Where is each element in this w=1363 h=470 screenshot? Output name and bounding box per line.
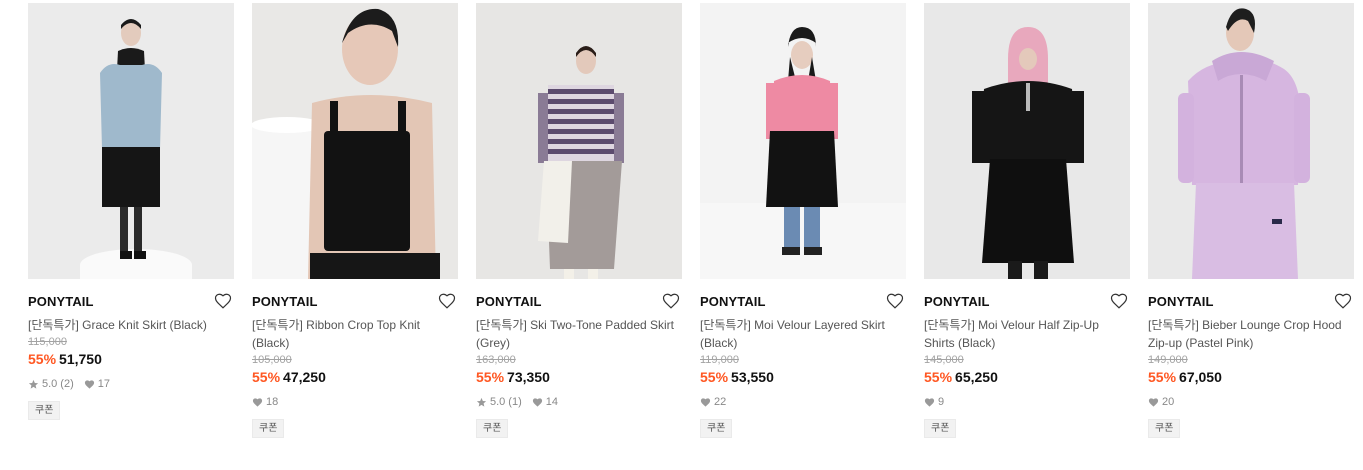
product-name[interactable]: [단독특가] Ribbon Crop Top Knit (Black): [252, 316, 458, 352]
brand-name[interactable]: PONYTAIL: [476, 293, 682, 310]
wishlist-heart-icon[interactable]: [886, 292, 904, 310]
discount-rate: 55%: [476, 369, 505, 385]
brand-name[interactable]: PONYTAIL: [28, 293, 234, 310]
wishlist-heart-icon[interactable]: [1110, 292, 1128, 310]
brand-name[interactable]: PONYTAIL: [1148, 293, 1354, 310]
coupon-badge: 쿠폰: [924, 419, 957, 438]
sale-price: 73,350: [507, 369, 550, 385]
star-icon: [476, 397, 487, 407]
discount-rate: 55%: [28, 351, 57, 367]
star-icon: [28, 379, 39, 389]
discount-rate: 55%: [252, 369, 281, 385]
sale-price: 47,250: [283, 369, 326, 385]
product-image[interactable]: [28, 3, 234, 279]
original-price: 163,000: [476, 354, 516, 366]
likes-count: 22: [714, 396, 727, 408]
discount-rate: 55%: [924, 369, 953, 385]
original-price: 105,000: [252, 354, 292, 366]
coupon-badge: 쿠폰: [700, 419, 733, 438]
likes-count: 9: [938, 396, 945, 408]
likes-heart-icon: [84, 380, 94, 389]
original-price: 119,000: [700, 354, 739, 366]
brand-name[interactable]: PONYTAIL: [252, 293, 458, 310]
wishlist-heart-icon[interactable]: [214, 292, 232, 310]
product-name[interactable]: [단독특가] Grace Knit Skirt (Black): [28, 316, 234, 334]
likes-count: 18: [266, 396, 279, 408]
product-name[interactable]: [단독특가] Moi Velour Half Zip-Up Shirts (Bl…: [924, 316, 1130, 352]
likes-heart-icon: [700, 398, 711, 407]
sale-price: 51,750: [59, 351, 102, 367]
likes-heart-icon: [532, 398, 542, 407]
product-grid: PONYTAIL [단독특가] Grace Knit Skirt (Black)…: [0, 0, 1363, 470]
original-price: 149,000: [1148, 354, 1188, 366]
brand-name[interactable]: PONYTAIL: [924, 293, 1130, 310]
product-image[interactable]: [924, 3, 1130, 279]
rating-value: 5.0: [490, 396, 506, 408]
product-card[interactable]: PONYTAIL [단독특가] Bieber Lounge Crop Hood …: [1148, 3, 1354, 438]
original-price: 115,000: [28, 336, 67, 348]
product-card[interactable]: PONYTAIL [단독특가] Moi Velour Layered Skirt…: [700, 3, 906, 438]
product-card[interactable]: PONYTAIL [단독특가] Ribbon Crop Top Knit (Bl…: [252, 3, 458, 438]
product-image[interactable]: [1148, 3, 1354, 279]
wishlist-heart-icon[interactable]: [662, 292, 680, 310]
product-image[interactable]: [700, 3, 906, 279]
likes-heart-icon: [924, 398, 935, 407]
product-card[interactable]: PONYTAIL [단독특가] Moi Velour Half Zip-Up S…: [924, 3, 1130, 438]
rating-value: 5.0: [42, 378, 58, 390]
original-price: 145,000: [924, 354, 964, 366]
product-card[interactable]: PONYTAIL [단독특가] Ski Two-Tone Padded Skir…: [476, 3, 682, 438]
coupon-badge: 쿠폰: [28, 401, 61, 420]
product-name[interactable]: [단독특가] Bieber Lounge Crop Hood Zip-up (P…: [1148, 316, 1354, 352]
sale-price: 65,250: [955, 369, 998, 385]
discount-rate: 55%: [1148, 369, 1177, 385]
discount-rate: 55%: [700, 369, 729, 385]
product-name[interactable]: [단독특가] Ski Two-Tone Padded Skirt (Grey): [476, 316, 682, 352]
likes-count: 17: [97, 378, 110, 390]
wishlist-heart-icon[interactable]: [1334, 292, 1352, 310]
product-name[interactable]: [단독특가] Moi Velour Layered Skirt (Black): [700, 316, 906, 352]
product-image[interactable]: [252, 3, 458, 279]
coupon-badge: 쿠폰: [1148, 419, 1181, 438]
coupon-badge: 쿠폰: [476, 419, 509, 438]
likes-count: 14: [545, 396, 558, 408]
brand-name[interactable]: PONYTAIL: [700, 293, 906, 310]
product-image[interactable]: [476, 3, 682, 279]
likes-count: 20: [1162, 396, 1175, 408]
review-count: (1): [508, 396, 522, 408]
likes-heart-icon: [1148, 398, 1159, 407]
review-count: (2): [60, 378, 74, 390]
sale-price: 67,050: [1179, 369, 1222, 385]
coupon-badge: 쿠폰: [252, 419, 285, 438]
wishlist-heart-icon[interactable]: [438, 292, 456, 310]
likes-heart-icon: [252, 398, 263, 407]
sale-price: 53,550: [731, 369, 774, 385]
product-card[interactable]: PONYTAIL [단독특가] Grace Knit Skirt (Black)…: [28, 3, 234, 420]
